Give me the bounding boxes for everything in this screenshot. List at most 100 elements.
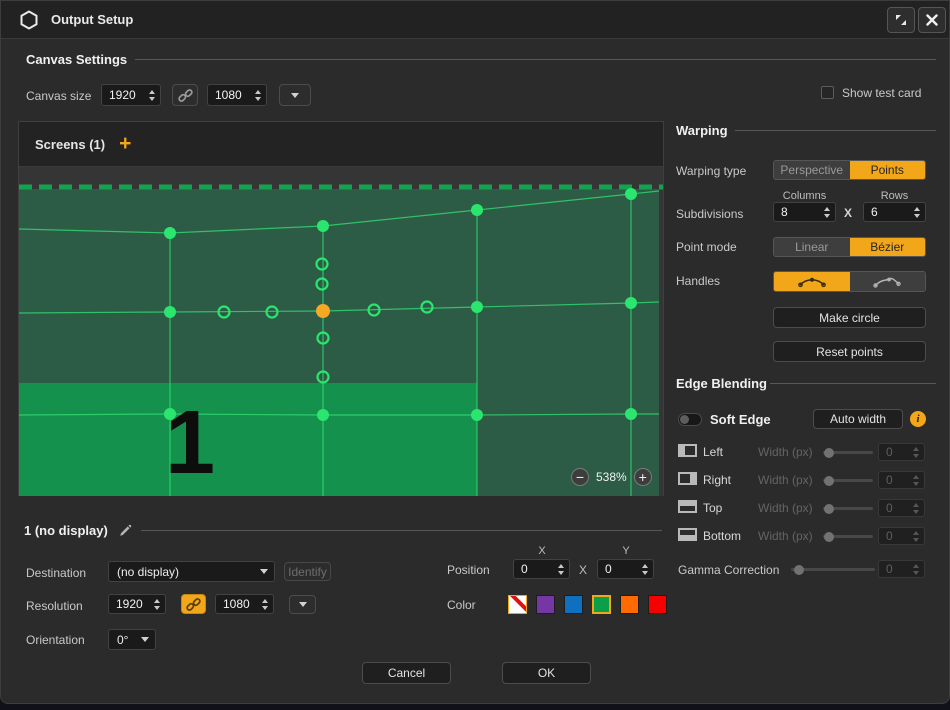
- zoom-in-button[interactable]: +: [634, 468, 652, 486]
- position-separator: X: [579, 563, 587, 577]
- handles-symmetric-button[interactable]: [774, 272, 850, 291]
- color-swatch-red[interactable]: [648, 595, 667, 614]
- spinner-arrows[interactable]: [259, 599, 273, 610]
- edge-left-slider[interactable]: [823, 451, 873, 454]
- show-test-card-checkbox[interactable]: [821, 86, 834, 99]
- resolution-width-spinner[interactable]: 1920: [108, 594, 166, 614]
- slider-knob[interactable]: [824, 476, 834, 486]
- edge-top-width-label: Width (px): [758, 501, 813, 515]
- warp-point[interactable]: [317, 409, 329, 421]
- spinner-arrows[interactable]: [639, 564, 653, 575]
- output-setup-dialog: Output Setup Canvas Settings Canvas size…: [0, 0, 950, 704]
- edge-top-icon: [678, 500, 697, 513]
- edge-bottom-slider[interactable]: [823, 535, 873, 538]
- spinner-arrows[interactable]: [911, 207, 925, 218]
- color-swatch-green[interactable]: [592, 595, 611, 614]
- edge-bottom-width-label: Width (px): [758, 529, 813, 543]
- edge-left-width-spinner[interactable]: 0: [878, 443, 925, 461]
- canvas-size-preset-dropdown[interactable]: [279, 84, 311, 106]
- ok-button[interactable]: OK: [502, 662, 591, 684]
- close-button[interactable]: [918, 7, 946, 33]
- warping-type-points[interactable]: Points: [850, 161, 926, 179]
- zoom-level: 538%: [596, 470, 627, 484]
- chevron-down-icon: [260, 569, 268, 574]
- gamma-correction-label: Gamma Correction: [678, 563, 779, 577]
- columns-spinner[interactable]: 8: [773, 202, 836, 222]
- rows-spinner[interactable]: 6: [863, 202, 926, 222]
- spinner-arrows[interactable]: [146, 90, 160, 101]
- maximize-button[interactable]: [887, 7, 915, 33]
- warp-point[interactable]: [164, 306, 176, 318]
- edge-bottom-width-spinner[interactable]: 0: [878, 527, 925, 545]
- warp-point[interactable]: [317, 220, 329, 232]
- spinner-arrows[interactable]: [821, 207, 835, 218]
- slider-knob[interactable]: [824, 532, 834, 542]
- edge-right-width-spinner[interactable]: 0: [878, 471, 925, 489]
- edge-top-slider[interactable]: [823, 507, 873, 510]
- show-test-card-label: Show test card: [842, 86, 921, 100]
- canvas-size-link-button[interactable]: [172, 84, 198, 106]
- auto-width-button[interactable]: Auto width: [813, 409, 903, 429]
- spinner-arrows[interactable]: [910, 475, 924, 486]
- gamma-slider[interactable]: [791, 568, 875, 571]
- slider-knob[interactable]: [794, 565, 804, 575]
- resolution-link-button[interactable]: [181, 594, 206, 614]
- color-swatch-purple[interactable]: [536, 595, 555, 614]
- orientation-dropdown[interactable]: 0°: [108, 629, 156, 650]
- warping-type-perspective[interactable]: Perspective: [774, 161, 850, 179]
- canvas-width-spinner[interactable]: 1920: [101, 84, 161, 106]
- position-y-spinner[interactable]: 0: [597, 559, 654, 579]
- color-swatch-none[interactable]: [508, 595, 527, 614]
- color-swatch-orange[interactable]: [620, 595, 639, 614]
- screens-panel-header: Screens (1) +: [19, 122, 663, 167]
- zoom-out-button[interactable]: −: [571, 468, 589, 486]
- spinner-arrows[interactable]: [910, 503, 924, 514]
- resolution-height-spinner[interactable]: 1080: [215, 594, 274, 614]
- position-x-spinner[interactable]: 0: [513, 559, 570, 579]
- warp-point[interactable]: [471, 204, 483, 216]
- warp-point[interactable]: [471, 301, 483, 313]
- info-icon[interactable]: i: [910, 411, 926, 427]
- reset-points-button[interactable]: Reset points: [773, 341, 926, 362]
- make-circle-button[interactable]: Make circle: [773, 307, 926, 328]
- gamma-spinner[interactable]: 0: [878, 560, 925, 578]
- canvas-height-spinner[interactable]: 1080: [207, 84, 267, 106]
- handles-broken-button[interactable]: [850, 272, 926, 291]
- cancel-button[interactable]: Cancel: [362, 662, 451, 684]
- warp-point[interactable]: [625, 408, 637, 420]
- warp-mesh[interactable]: 1: [19, 167, 663, 496]
- soft-edge-toggle[interactable]: [678, 413, 702, 426]
- spinner-arrows[interactable]: [910, 531, 924, 542]
- resolution-label: Resolution: [26, 599, 83, 613]
- spinner-arrows[interactable]: [252, 90, 266, 101]
- spinner-arrows[interactable]: [555, 564, 569, 575]
- warp-point[interactable]: [625, 188, 637, 200]
- slider-knob[interactable]: [824, 448, 834, 458]
- add-screen-button[interactable]: +: [119, 135, 131, 153]
- point-mode-linear[interactable]: Linear: [774, 238, 850, 256]
- spinner-arrows[interactable]: [151, 599, 165, 610]
- point-mode-bezier[interactable]: Bézier: [850, 238, 926, 256]
- canvas-width-value: 1920: [102, 88, 146, 102]
- handles-label: Handles: [676, 274, 720, 288]
- selected-warp-point[interactable]: [316, 304, 330, 318]
- warp-point[interactable]: [625, 297, 637, 309]
- color-swatch-blue[interactable]: [564, 595, 583, 614]
- spinner-arrows[interactable]: [910, 447, 924, 458]
- warp-point[interactable]: [164, 227, 176, 239]
- warp-point[interactable]: [471, 409, 483, 421]
- slider-knob[interactable]: [824, 504, 834, 514]
- identify-button[interactable]: Identify: [284, 562, 331, 581]
- canvas-settings-divider: [135, 59, 936, 60]
- spinner-arrows[interactable]: [910, 564, 924, 575]
- edge-left-width-label: Width (px): [758, 445, 813, 459]
- edit-pencil-icon[interactable]: [118, 524, 132, 538]
- warp-point[interactable]: [164, 408, 176, 420]
- subdivisions-label: Subdivisions: [676, 207, 743, 221]
- resolution-preset-dropdown[interactable]: [289, 595, 316, 614]
- destination-dropdown[interactable]: (no display): [108, 561, 275, 582]
- resolution-width-value: 1920: [109, 597, 151, 611]
- edge-right-slider[interactable]: [823, 479, 873, 482]
- warp-canvas[interactable]: 1 − 538% +: [19, 167, 663, 496]
- edge-top-width-spinner[interactable]: 0: [878, 499, 925, 517]
